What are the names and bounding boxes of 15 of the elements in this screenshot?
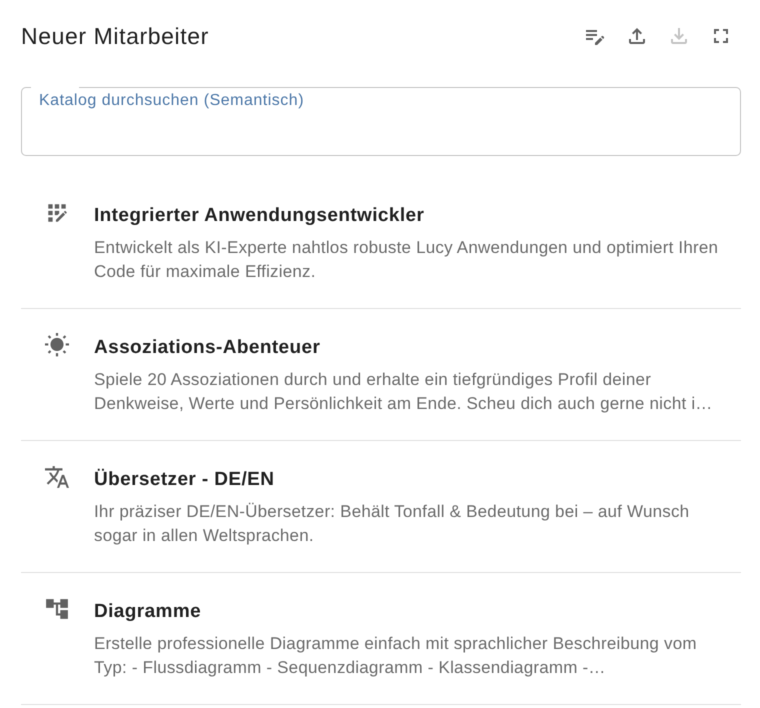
item-title[interactable]: Diagramme	[94, 600, 730, 624]
sun-icon	[45, 333, 69, 357]
upload-icon	[626, 25, 648, 47]
search-field[interactable]: Katalog durchsuchen (Semantisch)	[21, 87, 741, 156]
item-description: Erstelle professionelle Diagramme einfach mit sprachlicher Beschreibung vom Typ: - Flussdiagramm - Sequenzdiagramm - Klassendiagramm -…	[94, 633, 698, 679]
item-description: Entwickelt als KI-Experte nahtlos robuste Lucy Anwendungen und optimiert Ihren Code für maximale Effizienz.	[94, 237, 720, 283]
item-title[interactable]: Übersetzer - DE/EN	[94, 468, 730, 492]
item-description: Spiele 20 Assoziationen durch und erhalte ein tiefgründiges Profil deiner Denkweise, Werte und Persönlichkeit am Ende. Scheu dich auch gerne nicht i…	[94, 369, 714, 415]
translate-icon	[45, 465, 69, 489]
item-title[interactable]: Integrierter Anwendungsentwickler	[94, 204, 730, 228]
download-icon	[668, 25, 690, 47]
item-description: Ihr präziser DE/EN-Übersetzer: Behält Tonfall & Bedeutung bei – auf Wunsch sogar in allen Weltsprachen.	[94, 501, 690, 547]
page-title: Neuer Mitarbeiter	[21, 22, 209, 51]
tree-diagram-icon	[45, 597, 69, 621]
item-title[interactable]: Assoziations-Abenteuer	[94, 336, 730, 360]
